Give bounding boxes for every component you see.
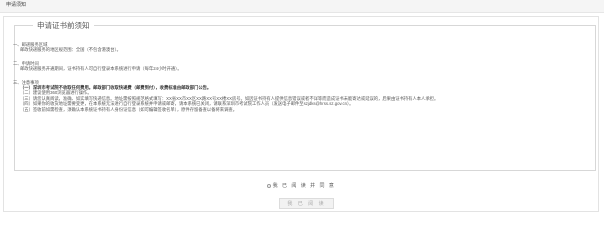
section-notes: 三、注意事项 （一）深圳市考试院不收取任何费用。邮政部门收取快递费（邮费到付），… [13,80,578,112]
top-bar: 申请须知 [0,0,604,13]
notice-title: 申请证书前须知 [33,21,94,31]
notice-panel: 申请证书前须知 一、邮递服务区域 邮政快递服务的地区规范围：全国（不包含港澳台）… [3,16,599,212]
section-line: 邮政快递服务开通期间，证书持有人可自行登录本系统进行申请（每年24小时开通）。 [20,66,182,72]
note-line-signoff: （五）签收前如需检查，须确认本系统证书持有人身份证信息（如可编辑签收名单），原件… [20,106,237,112]
agree-label[interactable]: 我 已 阅 读 并 同 意 [273,183,336,190]
notice-content: 一、邮递服务区域 邮政快递服务的地区规范围：全国（不包含港澳台）。 二、申请时间… [13,42,578,120]
section-service-area: 一、邮递服务区域 邮政快递服务的地区规范围：全国（不包含港澳台）。 [13,42,578,53]
agreement-row: 我 已 阅 读 并 同 意 [4,182,598,190]
page-title: 申请须知 [6,2,27,8]
section-line: 邮政快递服务的地区规范围：全国（不包含港澳台）。 [20,47,121,53]
section-application-time: 二、申请时间 邮政快递服务开通期间，证书持有人可自行登录本系统进行申请（每年24… [13,61,578,72]
confirm-button[interactable]: 我 已 阅 读 [279,198,334,209]
agree-radio[interactable] [266,184,271,188]
